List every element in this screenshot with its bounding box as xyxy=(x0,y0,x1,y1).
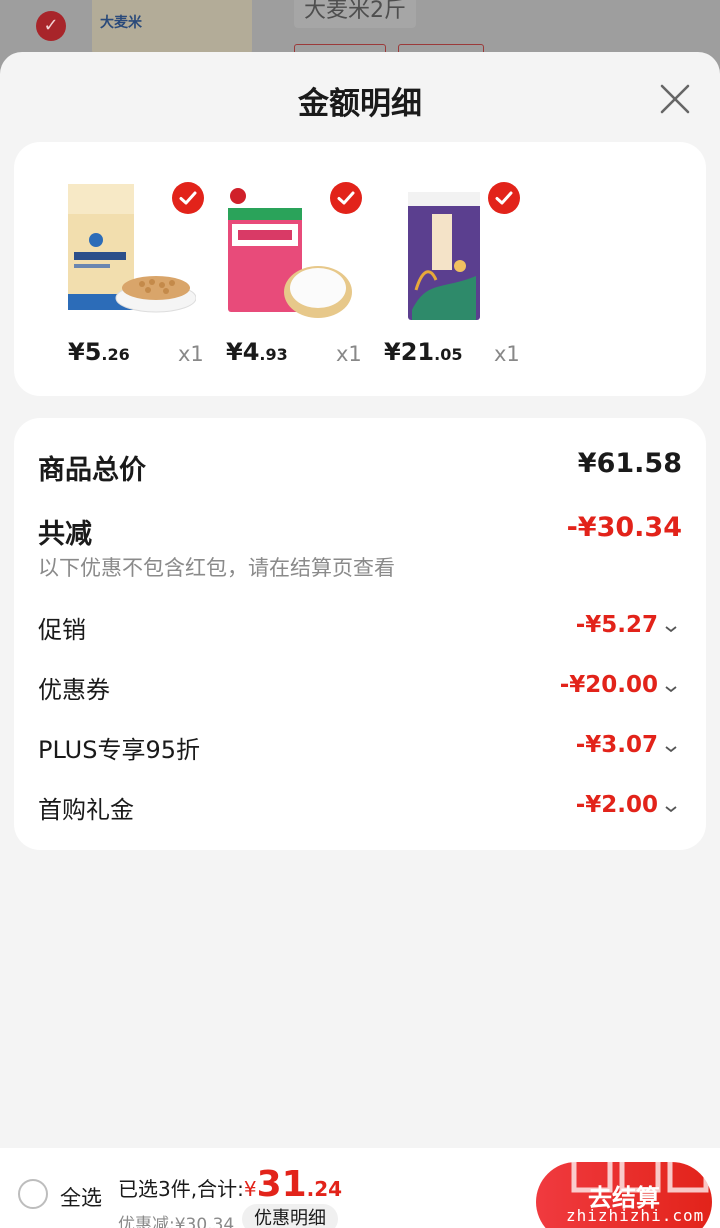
watermark-text: zhizhizhi.com xyxy=(566,1206,705,1225)
select-all-label[interactable]: 全选 xyxy=(60,1182,102,1212)
chevron-down-icon[interactable] xyxy=(664,622,678,636)
discount-label: PLUS专享95折 xyxy=(38,736,200,764)
select-all-checkbox[interactable] xyxy=(18,1179,48,1209)
total-amount: 31 xyxy=(256,1164,307,1205)
product-item[interactable]: ¥5.26 x1 xyxy=(44,162,204,382)
selected-count-text: 已选3件,合计: xyxy=(118,1177,244,1201)
discount-value: -¥3.07 xyxy=(575,732,658,758)
price-summary-card: 商品总价 ¥61.58 共减 -¥30.34 以下优惠不包含红包，请在结算页查看… xyxy=(14,418,706,850)
discount-label: 首购礼金 xyxy=(38,796,134,824)
close-icon[interactable] xyxy=(656,80,694,118)
discount-summary: 优惠减:¥30.34 xyxy=(118,1215,235,1228)
chevron-down-icon[interactable] xyxy=(664,742,678,756)
checkmark-icon: ✓ xyxy=(36,11,66,41)
checkmark-icon[interactable] xyxy=(488,182,520,214)
subtotal-value: ¥61.58 xyxy=(577,448,682,479)
checkmark-icon[interactable] xyxy=(172,182,204,214)
discount-label: 促销 xyxy=(38,616,86,644)
product-item[interactable]: ¥21.05 x1 xyxy=(360,162,520,382)
chevron-down-icon[interactable] xyxy=(664,802,678,816)
reduction-note: 以下优惠不包含红包，请在结算页查看 xyxy=(38,556,395,580)
chevron-down-icon[interactable] xyxy=(664,682,678,696)
discount-value: -¥20.00 xyxy=(559,672,658,698)
total-summary: 已选3件,合计:¥31.24 xyxy=(118,1164,343,1205)
discount-detail-button[interactable]: 优惠明细 xyxy=(242,1204,338,1228)
sheet-title: 金额明细 xyxy=(298,86,422,122)
product-quantity: x1 xyxy=(494,342,520,366)
product-spec-selector: 大麦米2斤 xyxy=(294,0,416,28)
product-quantity: x1 xyxy=(336,342,362,366)
product-price: ¥5.26 xyxy=(68,338,130,366)
discount-value: -¥5.27 xyxy=(575,612,658,638)
subtotal-label: 商品总价 xyxy=(38,455,146,486)
selected-products-card: ¥5.26 x1 ¥4.93 x1 ¥21.05 x1 xyxy=(14,142,706,396)
amount-detail-sheet: 金额明细 ¥5.26 x1 ¥4.93 x1 ¥21.05 x1 商品总价 ¥6… xyxy=(0,52,720,1228)
product-thumbnail-text: 大麦米 xyxy=(100,15,142,31)
product-price: ¥21.05 xyxy=(384,338,463,366)
product-item[interactable]: ¥4.93 x1 xyxy=(202,162,362,382)
product-price: ¥4.93 xyxy=(226,338,288,366)
discount-value: -¥2.00 xyxy=(575,792,658,818)
reduction-value: -¥30.34 xyxy=(566,512,682,543)
product-quantity: x1 xyxy=(178,342,204,366)
product-thumbnail: 大麦米 xyxy=(92,0,252,56)
reduction-label: 共减 xyxy=(38,519,92,550)
checkmark-icon[interactable] xyxy=(330,182,362,214)
discount-label: 优惠券 xyxy=(38,676,110,704)
